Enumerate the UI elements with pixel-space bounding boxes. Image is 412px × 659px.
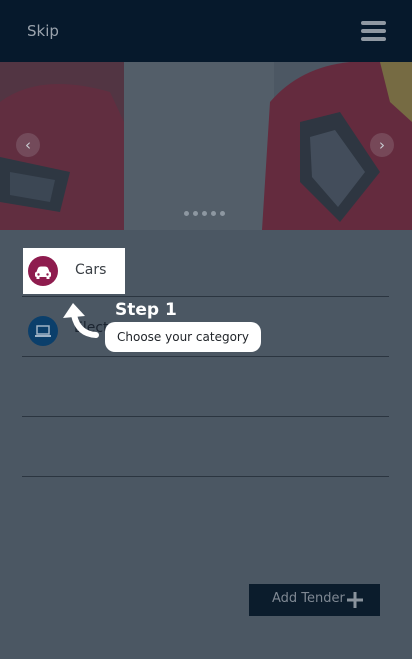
top-bar: Skip	[0, 0, 412, 62]
carousel-dot[interactable]	[211, 211, 216, 216]
carousel-dots	[184, 211, 225, 216]
category-row	[22, 357, 389, 417]
step-text: Choose your category	[117, 330, 249, 344]
category-item-cars[interactable]: Cars	[23, 248, 125, 294]
carousel-dot[interactable]	[202, 211, 207, 216]
chevron-left-icon[interactable]: ‹	[16, 133, 40, 157]
laptop-icon[interactable]	[28, 316, 58, 346]
add-tender-button[interactable]: Add Tender	[249, 584, 380, 616]
carousel-dot[interactable]	[184, 211, 189, 216]
hamburger-menu-icon[interactable]	[361, 21, 386, 41]
chevron-right-icon[interactable]: ›	[370, 133, 394, 157]
plus-icon	[347, 592, 363, 608]
step-tooltip: Choose your category	[105, 322, 261, 352]
add-tender-label: Add Tender	[272, 591, 345, 606]
banner-carousel[interactable]: ‹ ›	[0, 62, 412, 230]
skip-button[interactable]: Skip	[27, 22, 59, 40]
step-title: Step 1	[115, 300, 177, 320]
car-icon	[28, 256, 58, 286]
category-label: Cars	[75, 262, 107, 278]
category-row	[22, 417, 389, 477]
carousel-dot[interactable]	[220, 211, 225, 216]
carousel-dot[interactable]	[193, 211, 198, 216]
curved-arrow-icon	[63, 303, 99, 338]
